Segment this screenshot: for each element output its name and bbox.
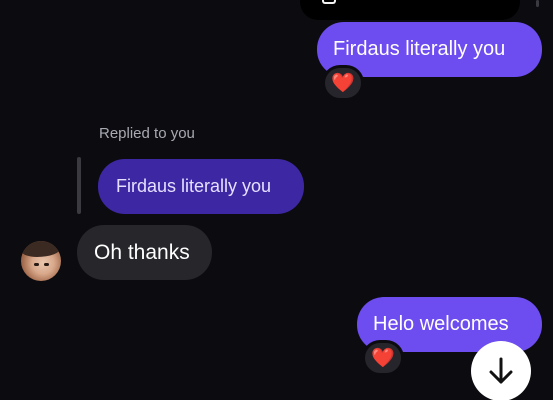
scrollbar[interactable]	[536, 0, 539, 7]
heart-reaction[interactable]: ❤️	[362, 340, 404, 376]
message-text: Firdaus literally you	[333, 38, 506, 60]
message-text: Helo welcomes	[373, 313, 509, 335]
scroll-to-bottom-button[interactable]	[471, 341, 531, 400]
message-text: Oh thanks	[94, 240, 190, 264]
media-icon	[322, 0, 336, 4]
heart-icon: ❤️	[331, 72, 355, 94]
quoted-text: Firdaus literally you	[116, 176, 272, 196]
reply-label: Replied to you	[99, 125, 195, 142]
heart-reaction[interactable]: ❤️	[322, 65, 364, 101]
avatar[interactable]	[21, 241, 61, 281]
quoted-message-bubble[interactable]: Firdaus literally you	[98, 159, 304, 214]
incoming-message-bubble[interactable]: Oh thanks	[77, 225, 212, 280]
arrow-down-icon	[489, 357, 513, 384]
heart-icon: ❤️	[371, 347, 395, 369]
media-message-bubble[interactable]	[300, 0, 520, 20]
chat-screen: Firdaus literally you ❤️ Replied to you …	[0, 0, 553, 400]
reply-indicator-bar	[77, 157, 81, 214]
